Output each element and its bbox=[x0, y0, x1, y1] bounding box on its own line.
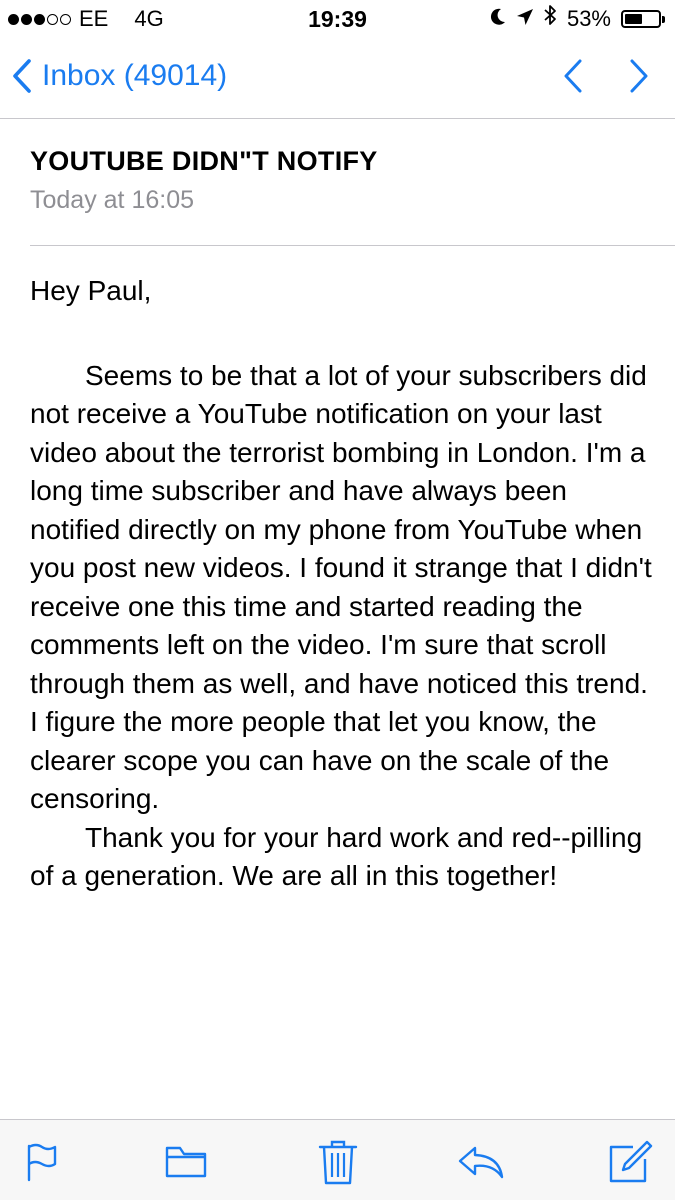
battery-level-fill bbox=[625, 14, 642, 24]
folder-icon bbox=[165, 1146, 207, 1178]
email-paragraph: Seems to be that a lot of your subscribe… bbox=[30, 359, 652, 815]
bluetooth-icon bbox=[544, 0, 557, 38]
navigation-bar: Inbox (49014) bbox=[0, 38, 675, 118]
reply-icon bbox=[458, 1146, 504, 1179]
reply-button[interactable] bbox=[456, 1138, 506, 1186]
email-greeting: Hey Paul, bbox=[30, 275, 152, 306]
trash-icon bbox=[318, 1140, 358, 1185]
back-button-label: Inbox (49014) bbox=[42, 59, 228, 92]
email-body: Hey Paul, Seems to be that a lot of your… bbox=[30, 272, 660, 896]
email-paragraph: Thank you for your hard work and red--pi… bbox=[30, 821, 643, 892]
location-arrow-icon bbox=[516, 0, 534, 38]
compose-button[interactable] bbox=[606, 1138, 654, 1186]
moon-icon bbox=[490, 0, 506, 38]
next-message-button[interactable] bbox=[625, 56, 653, 96]
chevron-left-icon bbox=[13, 59, 31, 93]
nav-divider bbox=[0, 118, 675, 119]
status-bar: EE 4G 19:39 53% bbox=[0, 0, 675, 38]
status-right: 53% bbox=[490, 0, 665, 38]
compose-icon bbox=[609, 1140, 653, 1183]
mail-app: EE 4G 19:39 53% Inbox (49014) YOUTUBE DI… bbox=[0, 0, 675, 1200]
email-subject: YOUTUBE DIDN"T NOTIFY bbox=[30, 146, 378, 176]
header-divider bbox=[30, 245, 675, 246]
delete-button[interactable] bbox=[314, 1138, 362, 1186]
move-to-folder-button[interactable] bbox=[162, 1138, 210, 1186]
battery-percent: 53% bbox=[566, 6, 611, 31]
message-navigation bbox=[559, 56, 653, 96]
email-date: Today at 16:05 bbox=[30, 186, 195, 214]
chevron-down-icon bbox=[630, 59, 648, 93]
previous-message-button[interactable] bbox=[559, 56, 587, 96]
flag-icon bbox=[27, 1143, 57, 1182]
battery-icon bbox=[621, 10, 665, 28]
bottom-toolbar bbox=[0, 1119, 675, 1200]
chevron-up-icon bbox=[564, 59, 582, 93]
back-to-inbox-button[interactable]: Inbox (49014) bbox=[12, 54, 227, 98]
flag-button[interactable] bbox=[18, 1138, 66, 1186]
